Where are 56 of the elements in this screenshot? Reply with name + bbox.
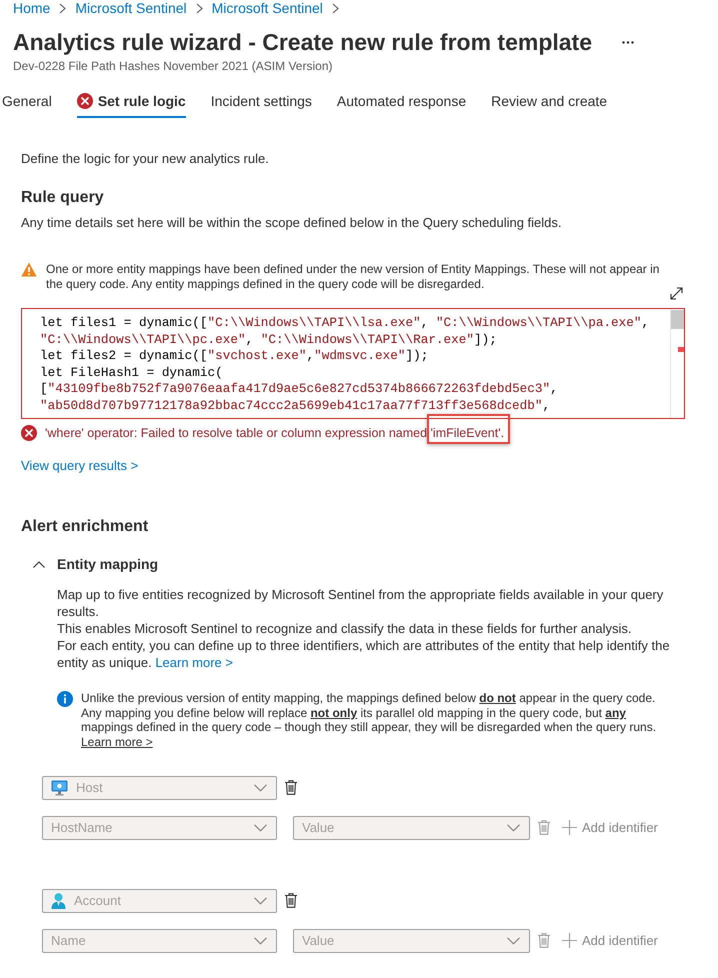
trash-icon[interactable] (285, 893, 297, 908)
plus-icon (562, 820, 577, 836)
trash-icon[interactable] (285, 780, 297, 796)
info-icon (57, 691, 73, 707)
tab[interactable]: Set rule logic (76, 86, 186, 118)
expand-icon[interactable] (670, 287, 683, 300)
page-subtitle: Dev-0228 File Path Hashes November 2021 (ASIM Version) (13, 58, 332, 74)
learn-more-link[interactable]: Learn more > (155, 655, 233, 670)
warning-icon (21, 262, 37, 277)
monitor-icon (51, 780, 68, 796)
chevron-down-icon (254, 824, 267, 832)
entity-mapping-toggle[interactable]: Entity mapping (33, 554, 158, 574)
code-line: "ab50d8d707b97712178a92bbac74ccc2a5699eb41c17aa77f713ff3e568dcedb", (40, 398, 550, 414)
view-results-link[interactable]: View query results > (21, 456, 138, 476)
breadcrumb-link[interactable]: Microsoft Sentinel (75, 0, 187, 16)
chevron-down-icon (254, 784, 267, 792)
breadcrumb-link[interactable]: Microsoft Sentinel (212, 0, 323, 16)
chevron-down-icon (254, 936, 267, 945)
info-text: Unlike the previous version of entity mapping, the mappings defined below do not appear in the query code. Any mapping you define below will replace not only its parallel old mapping in the query code, but any mappings defined in the query code – though they still appear, they will be disregarded when the query runs. Learn more > (81, 691, 658, 750)
chevron-down-icon (507, 936, 520, 945)
section-heading: Alert enrichment (21, 517, 148, 537)
chevron-up-icon (33, 560, 45, 568)
code-line: ["43109fbe8b752f7a9076eaafa417d9ae5c6e827cd5374b866672263fdebd5ec3", (40, 381, 558, 398)
chevron-right-icon (196, 2, 203, 14)
person-icon (51, 892, 66, 909)
entity-mapping-description: This enables Microsoft Sentinel to recognize and classify the data in these fields for further analysis. (57, 620, 632, 637)
breadcrumb-link[interactable]: Home (13, 0, 50, 16)
code-line: let files2 = dynamic(["svchost.exe","wdmsvc.exe"]); (40, 348, 428, 364)
scrollbar[interactable] (670, 309, 684, 418)
scrollbar-thumb[interactable] (671, 310, 684, 329)
entity-mapping-description: Map up to five entities recognized by Microsoft Sentinel from the appropriate fields available in your query results. (57, 586, 664, 620)
error-icon (21, 425, 37, 441)
plus-icon (562, 933, 577, 948)
tab[interactable]: General (2, 86, 52, 118)
chevron-right-icon (332, 2, 339, 14)
chevron-right-icon (59, 2, 66, 14)
code-line: "C:\\Windows\\TAPI\\pc.exe", "C:\\Windows\\TAPI\\Rar.exe"]); (40, 332, 497, 348)
error-marker (678, 347, 684, 352)
code-line: let FileHash1 = dynamic( (40, 364, 223, 381)
intro-text: Define the logic for your new analytics rule. (21, 150, 269, 168)
tab[interactable]: Automated response (336, 86, 466, 118)
tab[interactable]: Incident settings (210, 86, 312, 118)
learn-more-link[interactable]: Learn more > (81, 735, 153, 750)
more-icon[interactable] (622, 40, 634, 44)
error-message: 'where' operator: Failed to resolve table or column expression named 'imFileEvent'. (45, 426, 504, 440)
chevron-down-icon (254, 896, 267, 905)
section-heading: Rule query (21, 188, 104, 208)
code-line: let files1 = dynamic(["C:\\Windows\\TAPI\\lsa.exe", "C:\\Windows\\TAPI\\pa.exe", (40, 315, 650, 332)
query-editor[interactable] (21, 308, 685, 419)
tab[interactable]: Review and create (491, 86, 608, 118)
chevron-down-icon (507, 824, 520, 832)
section-description: Any time details set here will be within the scope defined below in the Query scheduling fields. (21, 214, 562, 232)
error-icon (76, 93, 93, 109)
entity-mapping-description: For each entity, you can define up to three identifiers, which are attributes of the entity that help identify the entity as unique. Learn more > (57, 637, 671, 671)
warning-text: One or more entity mappings have been defined under the new version of Entity Mappings. These will not appear in the query code. Any entity mappings defined in the query code will be disregarded. (46, 262, 660, 292)
page-title: Analytics rule wizard - Create new rule from template (13, 28, 592, 57)
